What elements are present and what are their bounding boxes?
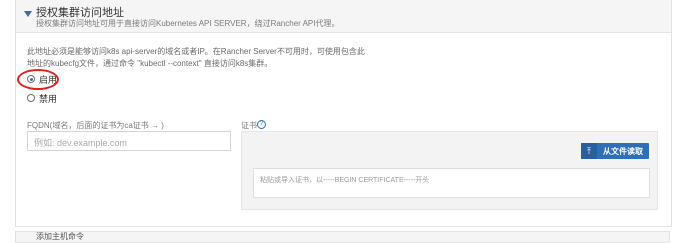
caret-down-icon[interactable] <box>24 11 32 17</box>
help-icon[interactable]: ? <box>257 120 266 129</box>
radio-disable[interactable]: 禁用 <box>27 92 57 104</box>
cert-label: 证书 <box>241 121 257 130</box>
cert-textarea[interactable]: 粘贴或导入证书，以-----BEGIN CERTIFICATE-----开头 <box>253 168 650 198</box>
next-section-header[interactable]: 添加主机命令 <box>15 231 670 243</box>
radio-disable-label: 禁用 <box>39 93 58 104</box>
red-highlight-annotation <box>17 69 59 90</box>
read-from-file-button[interactable]: ⤒ 从文件读取 <box>581 143 649 159</box>
radio-unchecked-icon[interactable] <box>27 94 35 102</box>
read-from-file-label: 从文件读取 <box>603 146 643 156</box>
panel-header[interactable]: 授权集群访问地址 授权集群访问地址可用于直接访问Kubernetes API S… <box>16 0 671 33</box>
upload-icon: ⤒ <box>581 143 597 159</box>
fqdn-input[interactable]: 例如: dev.example.com <box>27 131 231 151</box>
cert-box: ⤒ 从文件读取 粘贴或导入证书，以-----BEGIN CERTIFICATE-… <box>241 131 658 210</box>
description-text: 此地址必须是能够访问k8s api-server的域名或者IP。在Rancher… <box>27 47 365 68</box>
next-section-title: 添加主机命令 <box>36 232 84 241</box>
section-subtitle: 授权集群访问地址可用于直接访问Kubernetes API SERVER，绕过R… <box>36 19 340 28</box>
fqdn-label: FQDN(域名，后面的证书为ca证书 → ) <box>27 121 164 130</box>
